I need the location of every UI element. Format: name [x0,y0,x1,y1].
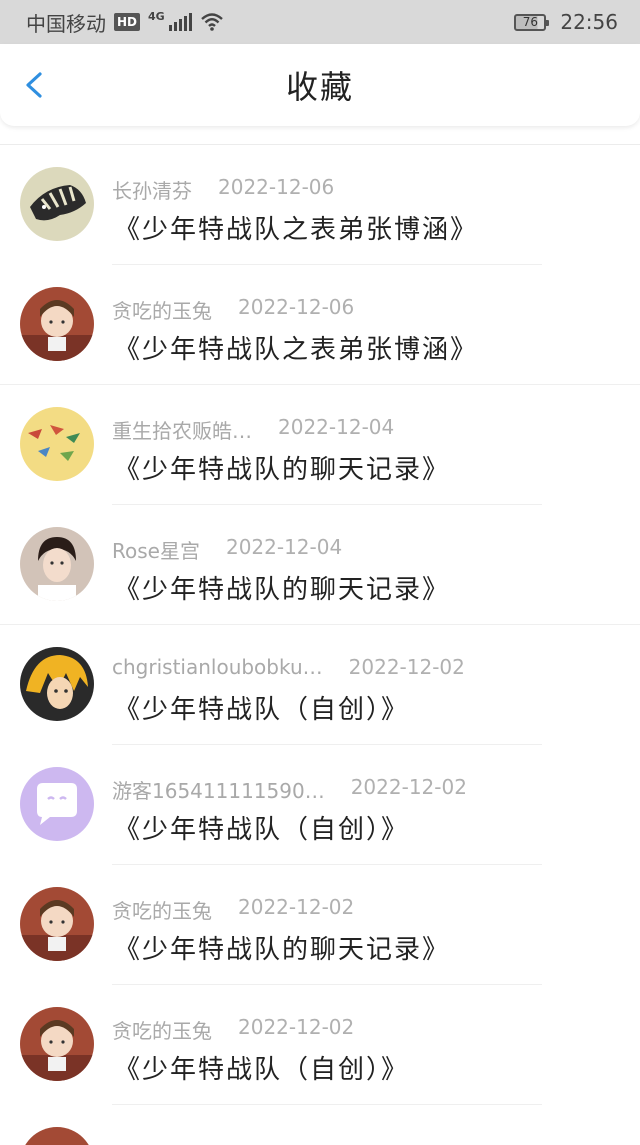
item-title[interactable]: 《少年特战队之表弟张博涵》 [114,209,478,246]
portrait-avatar-icon [20,527,94,601]
username[interactable]: chgristianloubobku… [112,655,323,679]
item-date: 2022-12-02 [350,775,467,799]
username[interactable]: 贪吃的玉兔 [112,295,212,324]
item-date: 2022-12-04 [278,415,395,439]
list-item[interactable]: 长孙清芬 2022-12-06 《少年特战队之表弟张博涵》 [0,145,640,265]
item-date: 2022-12-02 [238,895,355,919]
network-type: 4G [148,9,165,23]
status-bar: 中国移动 HD 4G 76 22:56 [0,0,640,44]
item-meta: 游客165411111590… 2022-12-02 [112,775,467,804]
girl-avatar-icon [20,1007,94,1081]
avatar[interactable] [20,287,94,361]
chat-bubble-avatar-icon [20,767,94,841]
status-right: 76 22:56 [514,10,618,34]
username[interactable]: 重生拾农贩皓… [112,415,252,444]
avatar[interactable] [20,167,94,241]
list-item[interactable]: Rose星宫 2022-12-04 《少年特战队的聊天记录》 [0,505,640,625]
list-item[interactable]: 贪吃的玉兔 2022-12-02 《少年特战队的聊天记录》 [0,865,640,985]
list-item[interactable] [0,1105,640,1145]
hd-badge: HD [114,13,141,31]
avatar[interactable] [20,1007,94,1081]
avatar[interactable] [20,407,94,481]
item-meta: 贪吃的玉兔 2022-12-06 [112,295,354,324]
item-meta: 长孙清芬 2022-12-06 [112,175,334,204]
status-left: 中国移动 HD 4G [26,8,224,37]
username[interactable]: 贪吃的玉兔 [112,895,212,924]
girl-avatar-icon [20,887,94,961]
username[interactable]: 贪吃的玉兔 [112,1015,212,1044]
page-title: 收藏 [285,68,354,106]
item-meta: 贪吃的玉兔 2022-12-02 [112,1015,354,1044]
item-date: 2022-12-02 [238,1015,355,1039]
item-date: 2022-12-06 [238,295,355,319]
item-title[interactable]: 《少年特战队之表弟张博涵》 [114,329,478,366]
carrier-label: 中国移动 [26,11,106,36]
item-date: 2022-12-06 [218,175,335,199]
clock: 22:56 [560,10,618,34]
username[interactable]: Rose星宫 [112,535,200,564]
item-meta: 重生拾农贩皓… 2022-12-04 [112,415,394,444]
avatar[interactable] [20,527,94,601]
battery-level: 76 [522,15,538,29]
list-item[interactable]: 贪吃的玉兔 2022-12-02 《少年特战队（自创）》 [0,985,640,1105]
avatar[interactable] [20,1127,94,1145]
signal-icon [168,13,192,31]
paper-cranes-avatar-icon [20,407,94,481]
list-item[interactable]: 贪吃的玉兔 2022-12-06 《少年特战队之表弟张博涵》 [0,265,640,385]
anime-avatar-icon [20,647,94,721]
item-title[interactable]: 《少年特战队的聊天记录》 [114,929,450,966]
list-item[interactable]: 重生拾农贩皓… 2022-12-04 《少年特战队的聊天记录》 [0,385,640,505]
girl-avatar-icon [20,287,94,361]
item-date: 2022-12-04 [225,535,343,559]
item-title[interactable]: 《少年特战队（自创）》 [114,809,409,846]
zebra-avatar-icon [20,167,94,241]
nav-bar: 收藏 [0,44,640,126]
back-chevron-icon[interactable] [22,72,48,98]
item-title[interactable]: 《少年特战队的聊天记录》 [114,569,450,606]
item-date: 2022-12-02 [348,655,465,679]
item-title[interactable]: 《少年特战队（自创）》 [114,1049,409,1086]
list-item[interactable]: chgristianloubobku… 2022-12-02 《少年特战队（自创… [0,625,640,745]
username[interactable]: 长孙清芬 [112,175,192,204]
avatar[interactable] [20,767,94,841]
item-title[interactable]: 《少年特战队的聊天记录》 [114,449,450,486]
battery-icon: 76 [514,13,550,31]
avatar[interactable] [20,887,94,961]
item-meta: chgristianloubobku… 2022-12-02 [112,655,465,679]
avatar[interactable] [20,647,94,721]
username[interactable]: 游客165411111590… [112,775,325,804]
wifi-icon [200,13,223,31]
list-item[interactable]: 游客165411111590… 2022-12-02 《少年特战队（自创）》 [0,745,640,865]
item-meta: Rose星宫 2022-12-04 [112,535,342,564]
item-meta: 贪吃的玉兔 2022-12-02 [112,895,354,924]
favorites-list: 长孙清芬 2022-12-06 《少年特战队之表弟张博涵》 贪吃的玉兔 2022… [0,144,640,1145]
item-title[interactable]: 《少年特战队（自创）》 [114,689,409,726]
